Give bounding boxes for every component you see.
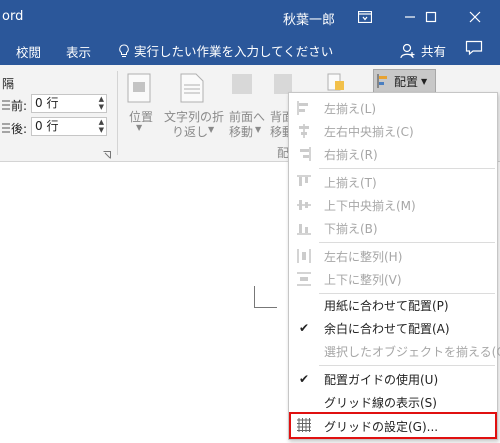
menu-separator (319, 365, 495, 366)
bring-forward-label-2: 移動 (229, 125, 254, 139)
arrange-label: 配置 (394, 74, 419, 89)
menu-item-align-right[interactable]: 右揃え(R) (290, 142, 496, 165)
spacing-after-value: 0 行 (35, 119, 59, 133)
ribbon-display-options-button[interactable] (352, 4, 378, 30)
menu-item-distribute-horizontal[interactable]: 左右に整列(H) (290, 244, 496, 267)
chevron-down-icon: ▼ (136, 123, 143, 132)
share-label: 共有 (421, 44, 447, 59)
minimize-icon (405, 16, 415, 18)
spacing-before-value: 0 行 (35, 96, 59, 110)
spacing-after-label: 後: (11, 122, 28, 136)
menu-item-align-middle[interactable]: 上下中央揃え(M) (290, 193, 496, 216)
close-button[interactable] (462, 4, 488, 30)
align-center-icon (295, 122, 313, 139)
align-left-icon (295, 99, 313, 116)
align-middle-icon (295, 196, 313, 213)
comment-icon (465, 40, 483, 56)
tell-me-text: 実行したい作業を入力してください (134, 44, 334, 59)
margin-corner-mark (254, 286, 277, 308)
spinner-arrows[interactable]: ▲ ▼ (99, 95, 104, 111)
dialog-launcher-icon[interactable] (103, 151, 111, 159)
spacing-before-label: 前: (11, 99, 28, 113)
check-icon: ✔ (298, 320, 310, 335)
distribute-horizontal-icon (295, 247, 313, 264)
spacing-heading: 隔 (2, 77, 15, 91)
window-title: ord (2, 9, 24, 24)
ribbon-tab-bar: 校閲 表示 実行したい作業を入力してください 共有 (0, 34, 500, 65)
title-bar: ord 秋葉一郎 (0, 0, 500, 34)
menu-item-align-selected-objects[interactable]: 選択したオブジェクトを揃える(O) (290, 339, 500, 362)
maximize-button[interactable] (418, 4, 444, 30)
chevron-down-icon: ▼ (421, 76, 428, 86)
ribbon-display-icon (358, 11, 372, 23)
tab-review[interactable]: 校閲 (16, 42, 41, 61)
align-right-icon (295, 145, 313, 162)
distribute-vertical-icon (295, 270, 313, 287)
wrap-text-label-2: り返し (172, 125, 209, 139)
spacing-after-icon (2, 123, 10, 133)
menu-item-align-left[interactable]: 左揃え(L) (290, 96, 496, 119)
comments-button[interactable] (465, 40, 483, 59)
menu-item-view-gridlines[interactable]: グリッド線の表示(S) (290, 390, 496, 413)
arrange-button[interactable]: 配置 ▼ (373, 69, 436, 93)
position-icon[interactable] (127, 73, 151, 103)
menu-item-align-top[interactable]: 上揃え(T) (290, 170, 496, 193)
maximize-icon (425, 11, 437, 23)
ribbon-separator (117, 71, 118, 155)
spacing-after-input[interactable]: 0 行 ▲ ▼ (31, 117, 107, 136)
menu-item-distribute-vertical[interactable]: 上下に整列(V) (290, 267, 496, 290)
close-icon (469, 11, 481, 23)
menu-separator (319, 168, 495, 169)
user-name[interactable]: 秋葉一郎 (283, 9, 335, 28)
wrap-text-icon[interactable] (180, 73, 204, 103)
align-bottom-icon (295, 219, 313, 236)
spacing-before-icon (2, 100, 10, 110)
bring-forward-icon[interactable] (231, 73, 253, 95)
menu-item-use-alignment-guides[interactable]: ✔ 配置ガイドの使用(U) (290, 367, 496, 390)
align-top-icon (295, 173, 313, 190)
lightbulb-icon (119, 43, 129, 57)
person-icon (400, 43, 415, 58)
menu-item-grid-settings[interactable]: グリッドの設定(G)... (289, 412, 497, 439)
grid-icon (295, 416, 313, 433)
spinner-arrows[interactable]: ▲ ▼ (99, 118, 104, 134)
spacing-before-input[interactable]: 0 行 ▲ ▼ (31, 94, 107, 113)
menu-separator (319, 242, 495, 243)
menu-item-align-to-page[interactable]: 用紙に合わせて配置(P) (290, 293, 496, 316)
menu-item-align-to-margin[interactable]: ✔ 余白に合わせて配置(A) (290, 316, 496, 339)
check-icon: ✔ (298, 371, 310, 386)
tell-me-box[interactable]: 実行したい作業を入力してください (118, 41, 333, 60)
tab-view[interactable]: 表示 (66, 42, 91, 61)
share-button[interactable]: 共有 (400, 41, 446, 60)
menu-item-align-bottom[interactable]: 下揃え(B) (290, 216, 496, 239)
chevron-down-icon: ▼ (208, 125, 215, 134)
chevron-down-icon: ▼ (255, 125, 262, 134)
menu-item-align-center[interactable]: 左右中央揃え(C) (290, 119, 496, 142)
arrange-dropdown-menu: 左揃え(L) 左右中央揃え(C) 右揃え(R) 上揃え(T) 上下中央揃え(M)… (288, 92, 500, 440)
align-icon (377, 74, 387, 88)
